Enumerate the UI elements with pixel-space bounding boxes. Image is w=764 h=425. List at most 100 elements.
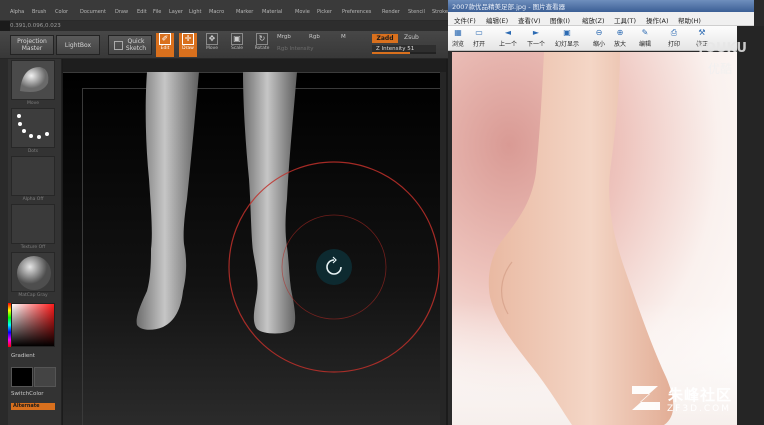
tool-zoom-in-label: 放大 xyxy=(614,41,627,48)
scale-label: Scale xyxy=(230,46,244,51)
tool-previous[interactable]: ◄ 上一个 xyxy=(499,28,517,48)
alternate-button[interactable]: Alternate xyxy=(11,403,55,410)
menu-draw[interactable]: Draw xyxy=(115,9,128,15)
tool-open[interactable]: ▭ 打开 xyxy=(473,28,485,48)
tool-slideshow[interactable]: ▣ 幻灯显示 xyxy=(555,28,579,48)
next-icon: ► xyxy=(532,28,540,37)
tool-edit-label: 编辑 xyxy=(639,41,652,48)
menu-render[interactable]: Render xyxy=(382,9,400,15)
edit-icon: ✎ xyxy=(641,28,649,37)
menu-material[interactable]: Material xyxy=(262,9,282,15)
menu-edit[interactable]: Edit xyxy=(137,9,147,15)
secondary-color-swatch[interactable] xyxy=(34,367,56,387)
scale-mode-button[interactable]: ▣ Scale xyxy=(228,33,246,57)
viewer-menubar: 文件(F) 编辑(E) 查看(V) 图像(I) 缩放(Z) 工具(T) 操作(A… xyxy=(448,12,754,26)
material-thumbnail[interactable] xyxy=(11,252,55,292)
youku-watermark: YOUKU xyxy=(696,41,747,56)
edit-mode-button[interactable]: ✐ Edit xyxy=(156,33,174,57)
m-button[interactable]: M xyxy=(341,34,346,40)
menu-picker[interactable]: Picker xyxy=(317,9,332,15)
menu-file[interactable]: File xyxy=(153,9,161,15)
viewer-titlebar: 2007款优品精美足部.jpg - 图片查看器 xyxy=(448,0,754,12)
viewer-menu-view[interactable]: 查看(V) xyxy=(518,15,541,25)
canvas-scrollbar[interactable] xyxy=(440,72,446,425)
viewer-menu-action[interactable]: 操作(A) xyxy=(646,15,669,25)
texture-label: Texture Off xyxy=(20,245,46,250)
viewer-menu-help[interactable]: 帮助(H) xyxy=(678,15,701,25)
stroke-thumbnail[interactable] xyxy=(11,108,55,148)
menu-layer[interactable]: Layer xyxy=(169,9,183,15)
rotate-label: Rotate xyxy=(254,46,270,51)
gradient-button[interactable]: Gradient xyxy=(11,353,35,359)
zbrush-menubar: Alpha Brush Color Document Draw Edit Fil… xyxy=(0,0,448,21)
projection-master-button[interactable]: Projection Master xyxy=(10,35,54,55)
lightbox-button[interactable]: LightBox xyxy=(56,35,100,55)
tool-browse[interactable]: ▦ 浏览 xyxy=(452,28,464,48)
menu-marker[interactable]: Marker xyxy=(236,9,253,15)
tool-next-label: 下一个 xyxy=(527,41,546,48)
rgb-intensity-slider[interactable]: Rgb Intensity xyxy=(277,46,314,52)
rotate-mode-button[interactable]: ↻ Rotate xyxy=(253,33,271,57)
texture-thumbnail[interactable] xyxy=(11,204,55,244)
alpha-label: Alpha Off xyxy=(22,197,44,202)
foot-reference-photo xyxy=(452,52,737,425)
mrgb-button[interactable]: Mrgb xyxy=(277,34,291,40)
menu-movie[interactable]: Movie xyxy=(295,9,310,15)
quick-sketch-label-2: Sketch xyxy=(125,45,147,52)
tool-next[interactable]: ► 下一个 xyxy=(527,28,545,48)
zsub-button[interactable]: Zsub xyxy=(404,34,419,41)
viewer-menu-edit[interactable]: 编辑(E) xyxy=(486,15,508,25)
menu-stencil[interactable]: Stencil xyxy=(408,9,425,15)
menu-preferences[interactable]: Preferences xyxy=(342,9,371,15)
menu-light[interactable]: Light xyxy=(189,9,201,15)
left-leg-model xyxy=(136,72,199,330)
print-icon: ⎙ xyxy=(670,28,678,37)
canvas-scene[interactable] xyxy=(63,59,446,425)
lightbox-label: LightBox xyxy=(64,41,92,49)
draw-label: Draw xyxy=(182,46,194,51)
viewer-title: 2007款优品精美足部.jpg - 图片查看器 xyxy=(452,3,566,11)
z-intensity-fill xyxy=(372,52,411,54)
slideshow-icon: ▣ xyxy=(563,28,571,37)
quick-sketch-icon xyxy=(113,40,123,50)
switch-color-button[interactable]: SwitchColor xyxy=(11,391,44,397)
menu-macro[interactable]: Macro xyxy=(209,9,224,15)
browse-icon: ▦ xyxy=(454,28,462,37)
brush-thumbnail[interactable] xyxy=(11,60,55,100)
material-label: MatCap Gray xyxy=(18,293,48,298)
move-mode-button[interactable]: ✥ Move xyxy=(203,33,221,57)
main-color-swatch[interactable] xyxy=(11,367,33,387)
tool-previous-label: 上一个 xyxy=(499,41,518,48)
viewer-menu-zoom[interactable]: 缩放(Z) xyxy=(582,15,605,25)
viewer-menu-file[interactable]: 文件(F) xyxy=(454,15,476,25)
loading-spinner-bg xyxy=(316,249,352,285)
draw-mode-button[interactable]: ✛ Draw xyxy=(179,33,197,57)
z-intensity-bar xyxy=(372,52,436,54)
rgb-button[interactable]: Rgb xyxy=(309,34,320,40)
tool-print[interactable]: ⎙ 打印 xyxy=(668,28,680,48)
alpha-thumbnail[interactable] xyxy=(11,156,55,196)
stroke-label: Dots xyxy=(27,149,39,154)
menu-alpha[interactable]: Alpha xyxy=(10,9,24,15)
site-logo-en: ZF3D.COM xyxy=(667,404,731,414)
foot-illustration xyxy=(452,52,737,425)
quick-sketch-button[interactable]: Quick Sketch xyxy=(108,35,152,55)
tool-print-label: 打印 xyxy=(668,41,681,48)
viewer-side-panel xyxy=(737,26,764,425)
tool-edit[interactable]: ✎ 编辑 xyxy=(639,28,651,48)
viewer-menu-image[interactable]: 图像(I) xyxy=(550,15,570,25)
color-picker[interactable] xyxy=(11,303,55,347)
projection-master-label-2: Master xyxy=(21,45,43,52)
youku-watermark-cn: 优酷 xyxy=(708,62,733,76)
menu-color[interactable]: Color xyxy=(55,9,68,15)
menu-stroke[interactable]: Stroke xyxy=(432,9,448,15)
zadd-button[interactable]: Zadd xyxy=(372,34,398,43)
brush-label: Move xyxy=(26,101,40,106)
tool-zoom-in[interactable]: ⊕ 放大 xyxy=(614,28,626,48)
viewer-menu-tools[interactable]: 工具(T) xyxy=(614,15,636,25)
tool-zoom-out[interactable]: ⊖ 缩小 xyxy=(593,28,605,48)
quick-sketch-label-1: Quick xyxy=(127,38,145,45)
menu-brush[interactable]: Brush xyxy=(32,9,46,15)
scale-icon: ▣ xyxy=(231,33,243,45)
menu-document[interactable]: Document xyxy=(80,9,106,15)
